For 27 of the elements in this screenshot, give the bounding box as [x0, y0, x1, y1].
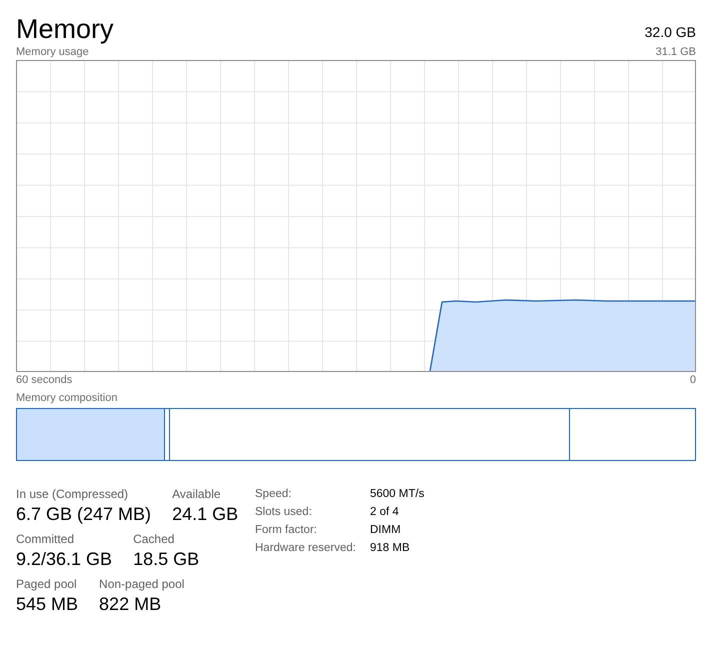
property-label: Form factor:	[255, 523, 318, 538]
property-label: Slots used:	[255, 505, 313, 520]
stat-value: 18.5 GB	[133, 548, 200, 571]
property-label: Speed:	[255, 487, 292, 502]
axis-label: 60 seconds	[16, 373, 72, 388]
property-value: 5600 MT/s	[370, 487, 424, 502]
property-value: 918 MB	[370, 541, 411, 556]
stat-label: Cached	[133, 532, 176, 547]
stat-label: Non-paged pool	[99, 577, 184, 592]
property-value: DIMM	[370, 523, 402, 538]
property-label: Hardware reserved:	[255, 541, 357, 556]
stat-label: In use (Compressed)	[16, 487, 130, 502]
chart-label: Memory usage	[16, 45, 89, 60]
page-title: Memory	[16, 14, 114, 44]
stat-value: 6.7 GB (247 MB)	[16, 503, 152, 526]
chart-max: 31.1 GB	[656, 45, 696, 60]
stat-value: 545 MB	[16, 593, 78, 616]
stat-value: 24.1 GB	[172, 503, 238, 526]
stat-label: Committed	[16, 532, 76, 547]
stat-label: Available	[172, 487, 222, 502]
stat-value: 822 MB	[99, 593, 162, 616]
axis-label: 0	[690, 373, 696, 388]
stat-label: Paged pool	[16, 577, 78, 592]
property-value: 2 of 4	[370, 505, 400, 520]
stat-value: 9.2/36.1 GB	[16, 548, 112, 571]
total-memory: 32.0 GB	[644, 24, 696, 40]
section-label: Memory composition	[16, 392, 118, 404]
